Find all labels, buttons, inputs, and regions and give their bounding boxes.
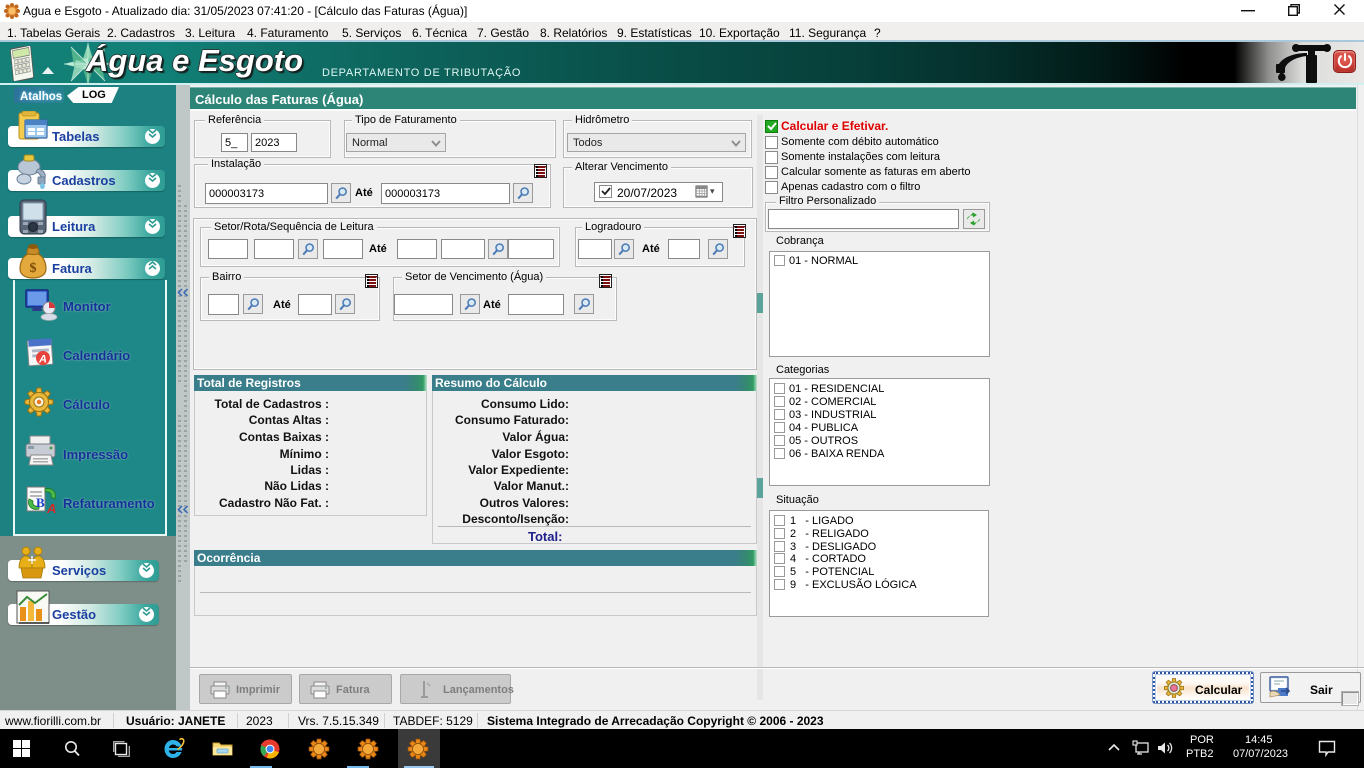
svg-text:$: $ [30, 261, 37, 276]
svg-text:A: A [46, 501, 56, 516]
svg-text:B: B [36, 495, 45, 510]
svg-text:A: A [38, 354, 47, 366]
